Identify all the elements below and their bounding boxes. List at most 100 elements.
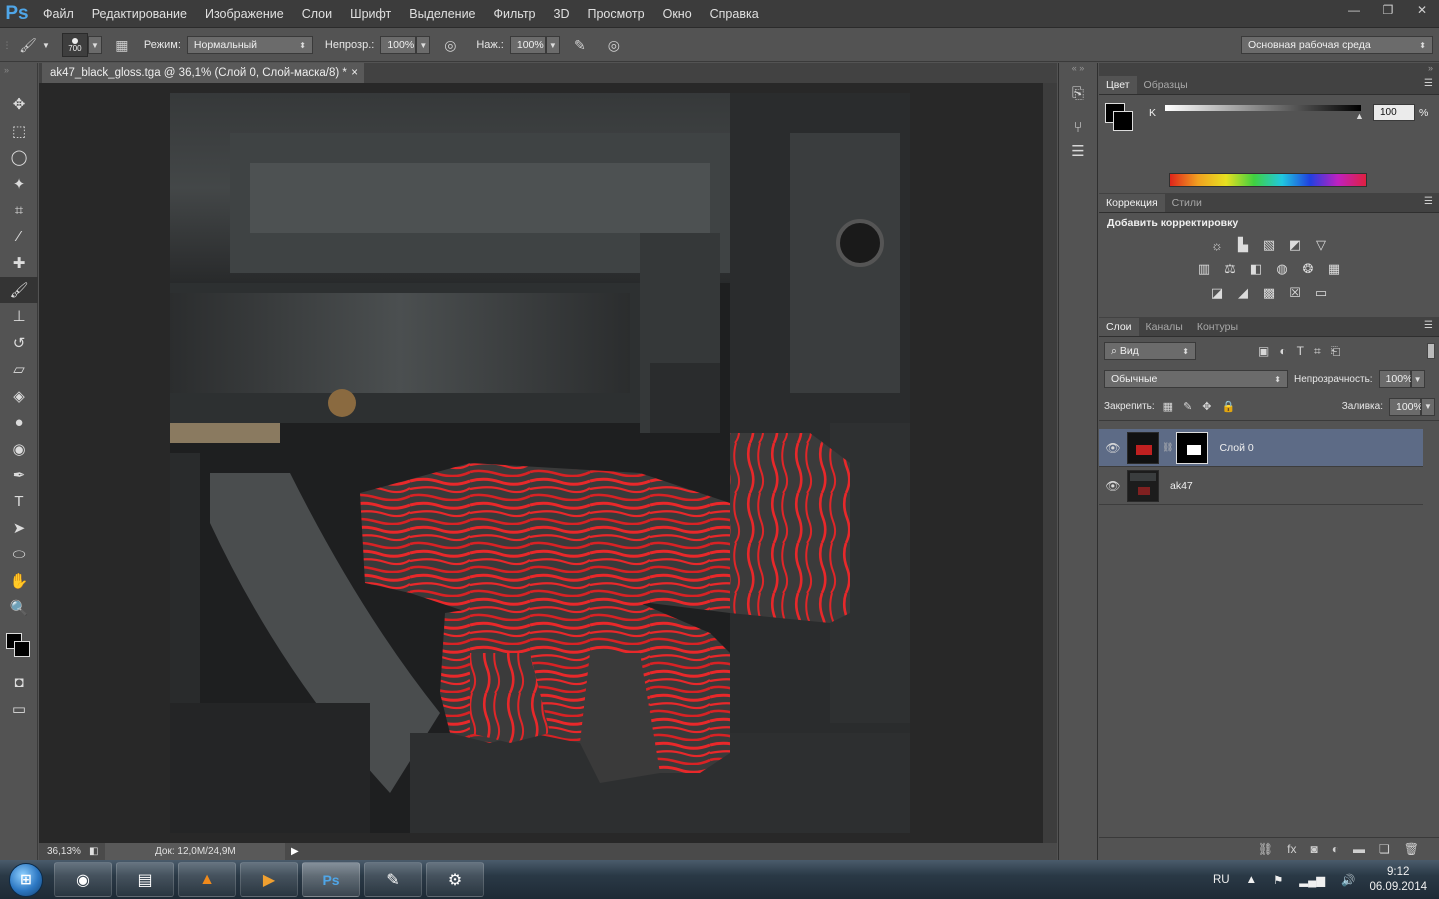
chevron-down-icon[interactable]: ▼ <box>42 41 50 50</box>
filter-toggle[interactable] <box>1427 343 1435 359</box>
eyedropper-tool-icon[interactable]: ⁄ <box>0 224 38 251</box>
delete-layer-icon[interactable]: 🗑 <box>1404 842 1419 856</box>
healing-brush-tool-icon[interactable]: ✚ <box>0 250 38 277</box>
color-swatches[interactable] <box>0 621 37 669</box>
path-selection-tool-icon[interactable]: ➤ <box>0 515 38 542</box>
brush-panel-icon[interactable]: ▦ <box>112 35 132 55</box>
lock-position-icon[interactable]: ✥ <box>1202 400 1211 413</box>
tab-layers[interactable]: Слои <box>1099 318 1139 336</box>
new-layer-icon[interactable]: ❏ <box>1379 842 1390 856</box>
properties-panel-icon[interactable]: ☰ <box>1059 139 1097 163</box>
menu-window[interactable]: Окно <box>654 0 701 28</box>
type-tool-icon[interactable]: T <box>0 489 38 516</box>
clock[interactable]: 9:12 06.09.2014 <box>1369 865 1427 895</box>
brush-presets-panel-icon[interactable]: ⑂ <box>1059 115 1097 139</box>
volume-icon[interactable]: 🔊 <box>1341 873 1355 887</box>
layer-thumbnail[interactable] <box>1127 431 1159 464</box>
layer-mask-thumbnail[interactable] <box>1176 431 1209 464</box>
menu-view[interactable]: Просмотр <box>579 0 654 28</box>
invert-icon[interactable]: ◪ <box>1209 285 1225 301</box>
zoom-tool-icon[interactable]: 🔍 <box>0 595 38 622</box>
collapse-icon[interactable]: » <box>1099 63 1439 75</box>
document-canvas[interactable] <box>170 93 910 833</box>
paint-bucket-tool-icon[interactable]: ◈ <box>0 383 38 410</box>
lock-transparent-icon[interactable]: ▦ <box>1163 400 1173 413</box>
menu-help[interactable]: Справка <box>701 0 768 28</box>
signal-icon[interactable]: ▂▄▆ <box>1299 873 1325 887</box>
threshold-icon[interactable]: ▩ <box>1261 285 1277 301</box>
menu-layers[interactable]: Слои <box>293 0 341 28</box>
link-layers-icon[interactable]: ⛓ <box>1258 842 1273 856</box>
panel-menu-icon[interactable]: ☰ <box>1424 320 1433 331</box>
layer-name[interactable]: ak47 <box>1170 480 1193 492</box>
layer-filter-select[interactable]: ⌕ Вид ⬍ <box>1104 342 1196 360</box>
filter-shape-icon[interactable]: ⌗ <box>1314 344 1321 359</box>
close-tab-icon[interactable]: × <box>351 67 358 79</box>
layer-thumbnail[interactable] <box>1127 469 1159 502</box>
close-icon[interactable]: ✕ <box>1405 0 1439 20</box>
fill-dropdown[interactable]: ▼ <box>1421 397 1435 416</box>
layer-style-icon[interactable]: fx <box>1287 842 1296 856</box>
fill-input[interactable]: 100% <box>1389 397 1423 416</box>
menu-select[interactable]: Выделение <box>400 0 484 28</box>
tab-styles[interactable]: Стили <box>1165 194 1209 212</box>
lock-all-icon[interactable]: 🔒 <box>1222 400 1236 413</box>
selective-color-icon[interactable]: ☒ <box>1287 285 1303 301</box>
photoshop-taskbar-icon[interactable]: Ps <box>302 862 360 897</box>
eraser-tool-icon[interactable]: ▱ <box>0 356 38 383</box>
vertical-scrollbar[interactable] <box>1043 83 1057 843</box>
slider-thumb-icon[interactable]: ▲ <box>1355 111 1364 121</box>
new-adjustment-icon[interactable]: ◐ <box>1332 842 1339 856</box>
brush-preset-icon[interactable]: 🖌 <box>18 35 38 55</box>
minimize-icon[interactable]: — <box>1337 0 1371 20</box>
lock-image-icon[interactable]: ✎ <box>1183 400 1192 413</box>
pen-tool-icon[interactable]: ✒ <box>0 462 38 489</box>
menu-edit[interactable]: Редактирование <box>83 0 196 28</box>
tab-channels[interactable]: Каналы <box>1139 318 1190 336</box>
airbrush-icon[interactable]: ✎ <box>570 35 590 55</box>
dodge-tool-icon[interactable]: ◉ <box>0 436 38 463</box>
tray-expand-icon[interactable]: ▲ <box>1246 874 1257 886</box>
history-panel-icon[interactable]: ⎘ <box>1059 81 1097 105</box>
zoom-level[interactable]: 36,13% <box>39 846 89 857</box>
steam-icon[interactable]: ⚙ <box>426 862 484 897</box>
menu-type[interactable]: Шрифт <box>341 0 400 28</box>
pressure-size-icon[interactable]: ◎ <box>604 35 624 55</box>
menu-3d[interactable]: 3D <box>545 0 579 28</box>
ellipse-tool-icon[interactable]: ⬭ <box>0 542 38 569</box>
quick-mask-icon[interactable]: ◘ <box>0 669 38 696</box>
brush-tool-icon[interactable]: 🖌 <box>0 276 38 303</box>
network-error-icon[interactable]: ⚑ <box>1273 873 1283 887</box>
status-info-icon[interactable]: ◧ <box>89 846 105 857</box>
tab-paths[interactable]: Контуры <box>1190 318 1245 336</box>
mode-select[interactable]: Нормальный ⬍ <box>186 36 313 54</box>
k-value-input[interactable]: 100 <box>1373 104 1415 121</box>
panel-menu-icon[interactable]: ☰ <box>1424 196 1433 207</box>
brightness-contrast-icon[interactable]: ☼ <box>1209 237 1225 253</box>
pressure-opacity-icon[interactable]: ◎ <box>440 35 460 55</box>
media-player-icon[interactable]: ▶ <box>240 862 298 897</box>
link-icon[interactable]: ⛓ <box>1162 442 1173 453</box>
layer-opacity-dropdown[interactable]: ▼ <box>1410 370 1425 388</box>
exposure-icon[interactable]: ◩ <box>1287 237 1303 253</box>
black-white-icon[interactable]: ◧ <box>1248 261 1264 277</box>
marquee-tool-icon[interactable]: ⬚ <box>0 118 38 145</box>
filter-smart-object-icon[interactable]: ⎗ <box>1331 344 1341 359</box>
collapse-icon[interactable]: « » <box>1059 63 1097 81</box>
color-lookup-icon[interactable]: ▦ <box>1326 261 1342 277</box>
app-icon[interactable]: ✎ <box>364 862 422 897</box>
tab-swatches[interactable]: Образцы <box>1137 76 1195 94</box>
gradient-map-icon[interactable]: ▭ <box>1313 285 1329 301</box>
pressure-input[interactable]: 100% <box>509 36 546 54</box>
filter-type-icon[interactable]: T <box>1297 344 1304 359</box>
collapse-icon[interactable]: » <box>0 63 37 91</box>
photo-filter-icon[interactable]: ◍ <box>1274 261 1290 277</box>
curves-icon[interactable]: ▧ <box>1261 237 1277 253</box>
layer-row[interactable]: 👁 ⛓ Слой 0 <box>1099 429 1423 467</box>
tab-color[interactable]: Цвет <box>1099 76 1137 94</box>
channel-mixer-icon[interactable]: ❂ <box>1300 261 1316 277</box>
color-spectrum[interactable] <box>1169 173 1367 187</box>
start-button[interactable]: ⊞ <box>0 860 52 899</box>
new-group-icon[interactable]: ▬ <box>1353 842 1365 856</box>
move-tool-icon[interactable]: ✥ <box>0 91 38 118</box>
